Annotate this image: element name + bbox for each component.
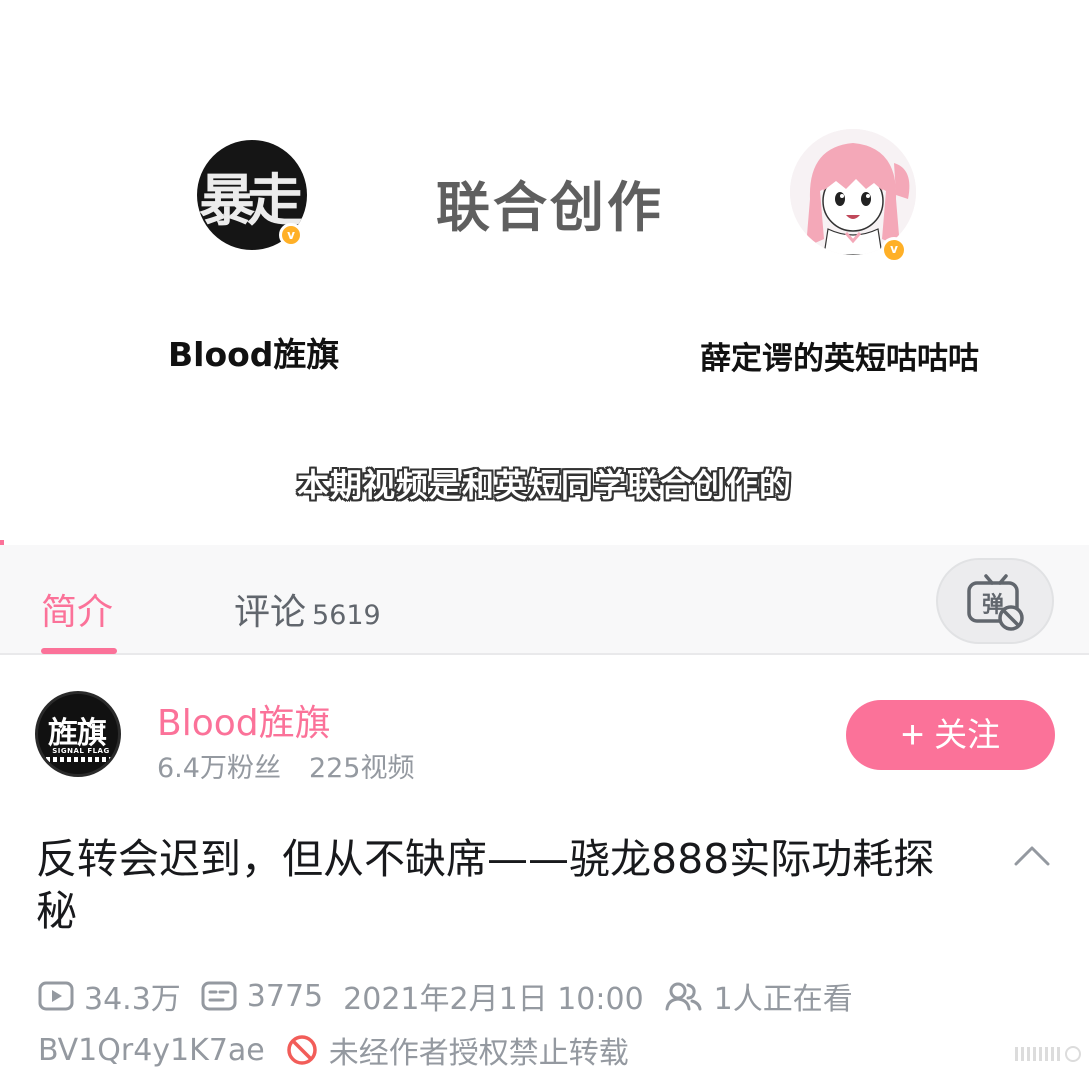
collab-creator-right-name: 薛定谔的英短咕咕咕	[700, 341, 979, 377]
uploader-avatar-sublogo: SIGNAL FLAG	[52, 747, 110, 755]
publish-time-value: 2021年2月1日 10:00	[343, 982, 644, 1017]
uploader-avatar[interactable]: 旌旗 SIGNAL FLAG	[35, 691, 121, 777]
chevron-up-icon[interactable]	[1012, 840, 1052, 870]
play-count-icon	[38, 981, 74, 1011]
copyright-notice: 未经作者授权禁止转载	[285, 1028, 629, 1072]
active-tab-indicator	[41, 648, 117, 654]
view-count: 34.3万	[38, 974, 181, 1018]
danmaku-toggle-button[interactable]: 弹	[936, 558, 1054, 644]
follow-button-label: 关注	[934, 716, 1001, 753]
watching-now: 1人正在看	[664, 974, 853, 1018]
danmaku-count-icon	[201, 981, 237, 1011]
watermark-icon	[1015, 1046, 1081, 1062]
viewers-icon	[665, 982, 702, 1011]
follow-button[interactable]: + 关注	[846, 700, 1055, 770]
avatar-stripe	[46, 757, 116, 762]
collab-creator-right-avatar	[790, 129, 916, 255]
video-id-row: BV1Qr4y1K7ae 未经作者授权禁止转载	[38, 1028, 649, 1072]
tab-intro[interactable]: 简介	[41, 583, 113, 635]
danmaku-count-value: 3775	[246, 978, 324, 1014]
danmaku-off-icon: 弹	[967, 574, 1024, 631]
copyright-notice-text: 未经作者授权禁止转载	[328, 1036, 629, 1071]
tab-intro-label: 简介	[41, 592, 114, 633]
video-stats-row: 34.3万 3775 2021年2月1日 10:00 1人正在看	[38, 974, 873, 1018]
tab-comments-label: 评论	[234, 592, 307, 633]
uploader-avatar-logo: 旌旗	[48, 716, 107, 751]
verified-badge-icon: v	[881, 237, 907, 263]
bvid[interactable]: BV1Qr4y1K7ae	[38, 1033, 265, 1068]
danmaku-count: 3775	[201, 979, 323, 1014]
collab-creator-left-name: Blood旌旗	[168, 335, 340, 374]
video-title: 反转会迟到，但从不缺席——骁龙888实际功耗探秘	[36, 835, 935, 935]
tab-comments[interactable]: 评论 5619	[234, 583, 381, 635]
avatar-logo-text: 暴走	[199, 168, 303, 234]
plus-icon: +	[900, 713, 925, 757]
uploader-stats: 6.4万粉丝 225视频	[157, 746, 415, 785]
comments-count: 5619	[312, 600, 381, 631]
view-count-value: 34.3万	[84, 982, 181, 1017]
publish-time: 2021年2月1日 10:00	[343, 974, 644, 1018]
uploader-name[interactable]: Blood旌旗	[157, 694, 331, 746]
video-player[interactable]: 暴走 v 联合创作 v Blood旌旗 薛定谔的英短咕咕咕 本期视频是和英短同学…	[0, 0, 1089, 546]
uploader-followers: 6.4万粉丝	[157, 753, 281, 784]
prohibited-icon	[287, 1035, 317, 1065]
tab-bar: 简介 评论 5619 弹	[0, 545, 1089, 655]
bvid-value: BV1Qr4y1K7ae	[38, 1032, 265, 1068]
video-subtitle: 本期视频是和英短同学联合创作的	[296, 466, 792, 504]
verified-badge-icon: v	[279, 223, 303, 247]
watching-now-value: 1人正在看	[713, 982, 853, 1017]
collab-title: 联合创作	[436, 176, 664, 239]
uploader-video-count: 225视频	[308, 753, 415, 784]
anime-girl-avatar-icon	[790, 129, 916, 255]
